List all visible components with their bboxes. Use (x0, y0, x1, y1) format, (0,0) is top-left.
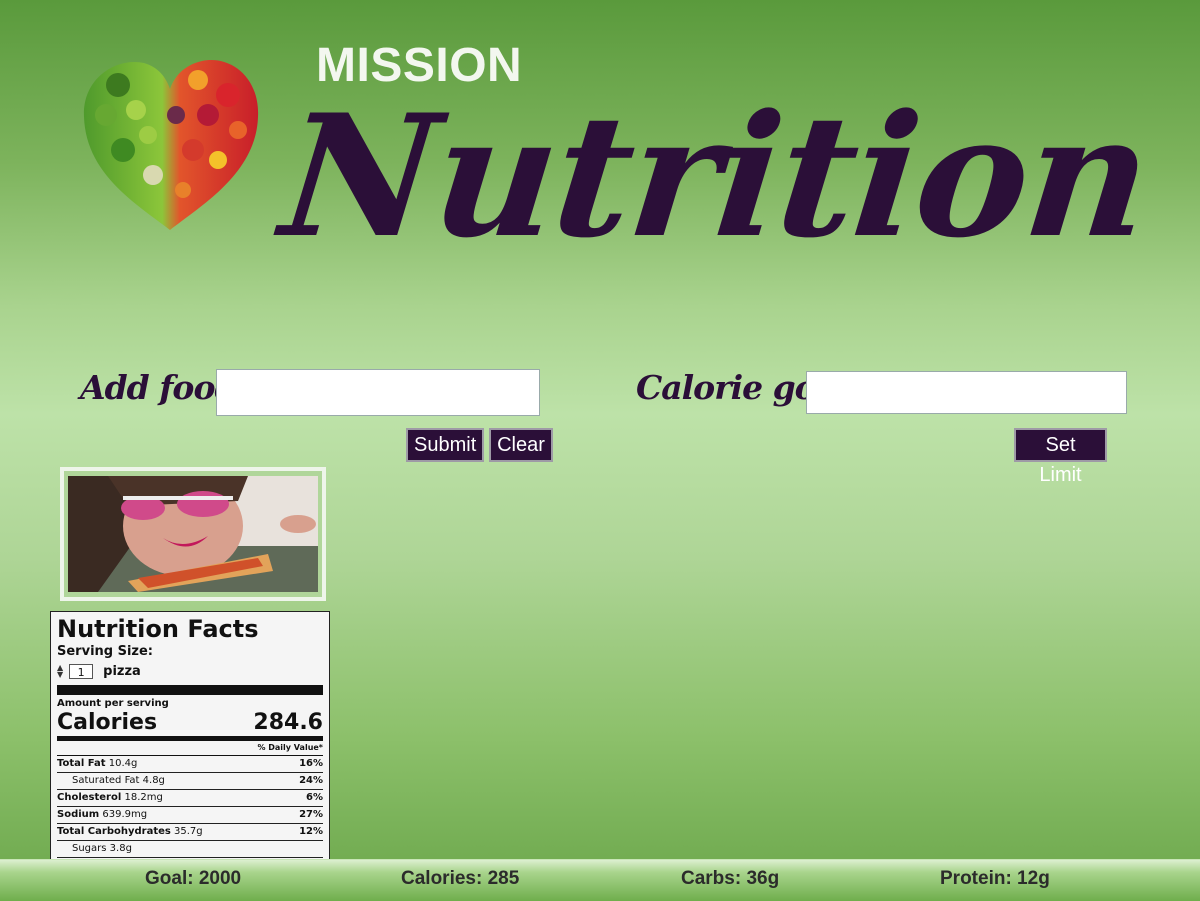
serving-size-label: Serving Size: (57, 644, 154, 659)
divider (57, 685, 323, 695)
calories-stat: Calories: 285 (401, 868, 520, 889)
nutrient-name: Total Fat (57, 758, 106, 769)
calories-row: Calories 284.6 (57, 710, 323, 741)
nutrient-amount: 3.8g (109, 843, 132, 854)
amount-per-serving-label: Amount per serving (57, 698, 169, 709)
quantity-spinner-icon[interactable]: ▲ ▼ (57, 664, 63, 679)
serving-row: ▲ ▼ 1 pizza (57, 659, 323, 683)
nutrient-row-total-fat: Total Fat 10.4g 16% (57, 756, 323, 773)
nutrient-row-sodium: Sodium 639.9mg 27% (57, 807, 323, 824)
nutrient-name: Sugars (72, 843, 107, 854)
calories-value: 284.6 (253, 710, 323, 735)
clear-button[interactable]: Clear (489, 428, 553, 462)
daily-value-header: % Daily Value* (57, 741, 323, 756)
set-limit-button[interactable]: Set Limit (1014, 428, 1107, 486)
nutrient-amount: 35.7g (174, 826, 203, 837)
calorie-goal-input[interactable] (806, 371, 1127, 414)
calories-label: Calories (57, 710, 158, 735)
nutrient-dv: 6% (306, 792, 323, 803)
food-photo-frame (60, 467, 326, 601)
nutrient-dv: 16% (299, 758, 323, 769)
vegetable-heart-logo (83, 60, 259, 231)
nutrient-row-saturated-fat: Saturated Fat 4.8g 24% (57, 773, 323, 790)
serving-unit: pizza (103, 663, 141, 679)
nutrient-row-total-carbohydrates: Total Carbohydrates 35.7g 12% (57, 824, 323, 841)
nutrient-name: Cholesterol (57, 792, 122, 803)
nutrient-name: Total Carbohydrates (57, 826, 171, 837)
goal-stat: Goal: 2000 (145, 868, 242, 889)
nutrition-facts-panel: Nutrition Facts Serving Size: ▲ ▼ 1 pizza… (50, 611, 330, 871)
nutrient-dv: 12% (299, 826, 323, 837)
add-food-input[interactable] (216, 369, 540, 416)
nutrition-facts-title: Nutrition Facts (57, 615, 259, 643)
nutrient-row-sugars: Sugars 3.8g (57, 841, 323, 858)
nutrient-amount: 639.9mg (102, 809, 148, 820)
nutrient-dv: 27% (299, 809, 323, 820)
nutrient-amount: 10.4g (108, 758, 138, 769)
protein-stat: Protein: 12g (940, 868, 1050, 889)
nutrient-amount: 18.2mg (124, 792, 163, 803)
food-photo (68, 476, 318, 592)
submit-button[interactable]: Submit (406, 428, 484, 462)
nutrient-name: Sodium (57, 809, 100, 820)
nutrient-amount: 4.8g (142, 775, 165, 786)
carbs-stat: Carbs: 36g (681, 868, 780, 889)
nutrient-dv: 24% (299, 775, 323, 786)
serving-quantity-input[interactable]: 1 (69, 663, 94, 679)
nutrient-row-cholesterol: Cholesterol 18.2mg 6% (57, 790, 323, 807)
brand-title: Nutrition (273, 77, 1158, 275)
nutrient-name: Saturated Fat (72, 775, 140, 786)
